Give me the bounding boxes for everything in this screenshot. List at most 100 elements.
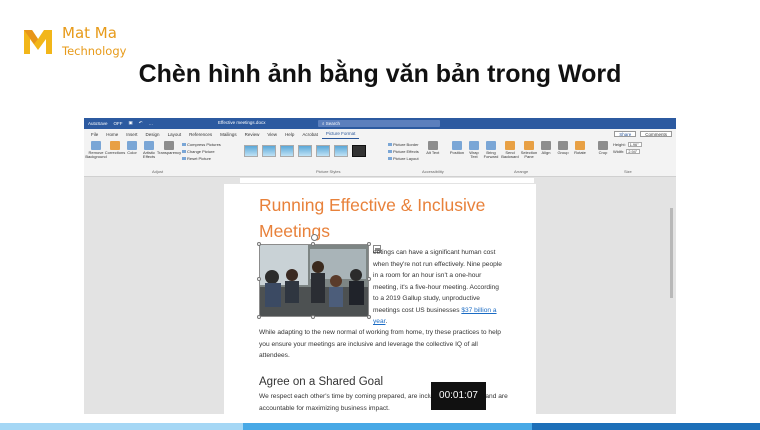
rotate-handle-icon[interactable] bbox=[311, 234, 318, 241]
adjust-group: Remove Background Corrections Color Arti… bbox=[85, 141, 221, 161]
tab-acrobat[interactable]: Acrobat bbox=[298, 132, 322, 139]
brand-subtitle: Technology bbox=[62, 43, 127, 58]
corrections-button[interactable]: Corrections bbox=[104, 141, 126, 161]
picture-border-button[interactable]: Picture Border bbox=[388, 142, 419, 147]
resize-handle[interactable] bbox=[257, 315, 261, 319]
send-backward-icon bbox=[505, 141, 515, 150]
accessibility-label: Accessibility bbox=[422, 169, 444, 174]
rotate-icon bbox=[575, 141, 585, 150]
position-button[interactable]: Position bbox=[450, 141, 464, 160]
main-paragraph[interactable]: While adapting to the new normal of work… bbox=[259, 327, 509, 362]
crop-icon bbox=[598, 141, 608, 150]
resize-handle[interactable] bbox=[367, 242, 371, 246]
tab-design[interactable]: Design bbox=[142, 132, 164, 139]
tab-mailings[interactable]: Mailings bbox=[216, 132, 241, 139]
picture-style-thumb[interactable] bbox=[280, 145, 294, 157]
crop-button[interactable]: Crop bbox=[596, 141, 610, 155]
side-paragraph[interactable]: eetings can have a significant human cos… bbox=[373, 247, 505, 328]
group-label: Group bbox=[557, 150, 569, 155]
corrections-label: Corrections bbox=[104, 150, 126, 155]
autosave-label[interactable]: AutoSave bbox=[88, 121, 108, 126]
more-icon[interactable]: … bbox=[149, 121, 154, 126]
section-heading[interactable]: Agree on a Shared Goal bbox=[259, 376, 383, 388]
share-button[interactable]: Share bbox=[614, 131, 637, 137]
autosave-toggle[interactable]: OFF bbox=[114, 121, 123, 126]
search-box[interactable]: ⌕ Search bbox=[318, 120, 440, 127]
picture-style-thumb[interactable] bbox=[334, 145, 348, 157]
title-bar-left: AutoSave OFF ▣ ↶ … bbox=[88, 120, 153, 126]
bottom-accent-bar bbox=[0, 423, 760, 430]
resize-handle[interactable] bbox=[311, 242, 315, 246]
send-backward-button[interactable]: Send Backward bbox=[501, 141, 519, 160]
tab-insert[interactable]: Insert bbox=[122, 132, 141, 139]
width-input[interactable]: 2.94" bbox=[626, 149, 641, 154]
document-name[interactable]: Effective meetings.docx bbox=[218, 120, 265, 125]
resize-handle[interactable] bbox=[367, 315, 371, 319]
picture-actions: Compress Pictures Change Picture Reset P… bbox=[182, 142, 221, 161]
picture-layout-button[interactable]: Picture Layout bbox=[388, 156, 419, 161]
tab-review[interactable]: Review bbox=[241, 132, 264, 139]
transparency-button[interactable]: Transparency bbox=[157, 141, 181, 161]
brand-name: Mat Ma bbox=[62, 24, 117, 42]
height-input[interactable]: 1.96" bbox=[627, 142, 642, 147]
save-icon[interactable]: ▣ bbox=[129, 120, 133, 126]
remove-background-button[interactable]: Remove Background bbox=[85, 141, 107, 161]
rotate-button[interactable]: Rotate bbox=[573, 141, 587, 160]
align-button[interactable]: Align bbox=[539, 141, 553, 160]
wrap-text-icon bbox=[469, 141, 479, 150]
resize-handle[interactable] bbox=[367, 277, 371, 281]
picture-format-actions: Picture Border Picture Effects Picture L… bbox=[388, 142, 419, 161]
picture-style-thumb[interactable] bbox=[316, 145, 330, 157]
tab-file[interactable]: File bbox=[87, 132, 102, 139]
resize-handle[interactable] bbox=[311, 315, 315, 319]
tab-home[interactable]: Home bbox=[102, 132, 122, 139]
picture-style-thumb[interactable] bbox=[352, 145, 366, 157]
tab-picture-format[interactable]: Picture Format bbox=[321, 131, 360, 139]
wrap-text-button[interactable]: Wrap Text bbox=[467, 141, 481, 160]
change-picture-button[interactable]: Change Picture bbox=[182, 149, 221, 154]
group-button[interactable]: Group bbox=[556, 141, 570, 160]
tab-help[interactable]: Help bbox=[281, 132, 298, 139]
tab-layout[interactable]: Layout bbox=[164, 132, 186, 139]
selection-pane-label: Selection Pane bbox=[520, 150, 538, 160]
alt-text-button[interactable]: Alt Text bbox=[426, 141, 440, 161]
scrollbar-thumb[interactable] bbox=[670, 208, 673, 298]
height-field: Height: 1.96" bbox=[613, 142, 642, 147]
picture-style-thumb[interactable] bbox=[298, 145, 312, 157]
resize-handle[interactable] bbox=[257, 277, 261, 281]
corrections-icon bbox=[110, 141, 120, 150]
bring-forward-button[interactable]: Bring Forward bbox=[484, 141, 498, 160]
tab-view[interactable]: View bbox=[263, 132, 281, 139]
alt-text-icon bbox=[427, 141, 438, 150]
height-label: Height: bbox=[613, 142, 626, 147]
selection-pane-button[interactable]: Selection Pane bbox=[520, 141, 538, 160]
undo-icon[interactable]: ↶ bbox=[139, 120, 143, 126]
document-title[interactable]: Running Effective & Inclusive Meetings bbox=[259, 192, 499, 244]
picture-style-thumb[interactable] bbox=[244, 145, 258, 157]
vertical-scrollbar[interactable] bbox=[669, 198, 674, 414]
tab-references[interactable]: References bbox=[185, 132, 216, 139]
width-label: Width: bbox=[613, 149, 625, 154]
artistic-effects-button[interactable]: Artistic Effects bbox=[142, 141, 156, 161]
compress-pictures-button[interactable]: Compress Pictures bbox=[182, 142, 221, 147]
side-paragraph-text: eetings can have a significant human cos… bbox=[373, 249, 502, 314]
reset-picture-button[interactable]: Reset Picture bbox=[182, 156, 221, 161]
artistic-effects-icon bbox=[144, 141, 154, 150]
page-heading: Chèn hình ảnh bằng văn bản trong Word bbox=[138, 60, 622, 88]
comments-button[interactable]: Comments bbox=[640, 131, 672, 137]
resize-handle[interactable] bbox=[257, 242, 261, 246]
ribbon: Remove Background Corrections Color Arti… bbox=[84, 139, 676, 177]
size-fields: Height: 1.96" Width: 2.94" bbox=[613, 142, 642, 155]
send-backward-label: Send Backward bbox=[501, 150, 519, 160]
align-label: Align bbox=[541, 150, 551, 155]
picture-style-thumb[interactable] bbox=[262, 145, 276, 157]
rotate-label: Rotate bbox=[574, 150, 586, 155]
adjust-group-label: Adjust bbox=[152, 169, 164, 174]
document-page[interactable]: Running Effective & Inclusive Meetings e… bbox=[224, 184, 536, 414]
menu-bar-right: Share Comments bbox=[614, 131, 672, 137]
title-bar: AutoSave OFF ▣ ↶ … Effective meetings.do… bbox=[84, 118, 676, 129]
align-icon bbox=[541, 141, 551, 150]
picture-effects-button[interactable]: Picture Effects bbox=[388, 149, 419, 154]
arrange-group-label: Arrange bbox=[514, 169, 529, 174]
color-button[interactable]: Color bbox=[125, 141, 139, 161]
